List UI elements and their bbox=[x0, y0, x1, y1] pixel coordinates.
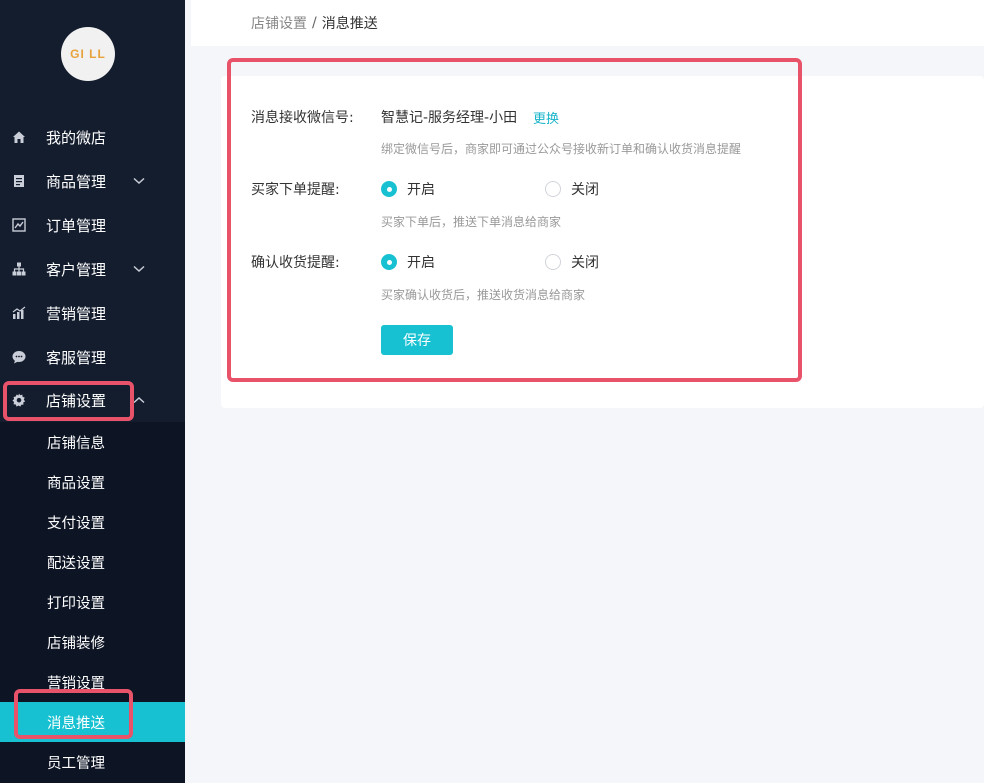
receipt-reminder-off-radio[interactable]: 关闭 bbox=[545, 252, 599, 272]
chart-icon bbox=[12, 218, 26, 232]
sidebar-item-store-settings[interactable]: 店铺设置 bbox=[0, 380, 185, 420]
store-logo: GI LL bbox=[61, 27, 115, 81]
submenu-item-label: 员工管理 bbox=[47, 755, 105, 772]
save-button[interactable]: 保存 bbox=[381, 325, 453, 355]
radio-label: 开启 bbox=[407, 182, 435, 198]
submenu-item-label: 打印设置 bbox=[47, 595, 105, 612]
breadcrumb-current: 消息推送 bbox=[321, 16, 378, 32]
order-reminder-off-radio[interactable]: 关闭 bbox=[545, 179, 599, 199]
sidebar-item-label: 营销管理 bbox=[46, 304, 107, 323]
submenu-item-payment-settings[interactable]: 支付设置 bbox=[0, 502, 185, 542]
radio-label: 关闭 bbox=[571, 255, 599, 271]
submenu-item-delivery-settings[interactable]: 配送设置 bbox=[0, 542, 185, 582]
receipt-reminder-label: 确认收货提醒: bbox=[251, 255, 340, 271]
submenu-item-store-info[interactable]: 店铺信息 bbox=[0, 422, 185, 462]
wechat-account-label: 消息接收微信号: bbox=[251, 110, 354, 126]
radio-checked-icon bbox=[381, 254, 397, 270]
gear-icon bbox=[12, 393, 26, 407]
sidebar-item-label: 客户管理 bbox=[46, 260, 107, 279]
sidebar-item-label: 客服管理 bbox=[46, 348, 107, 367]
radio-unchecked-icon bbox=[545, 181, 561, 197]
sidebar-item-marketing[interactable]: 营销管理 bbox=[0, 293, 185, 333]
radio-label: 开启 bbox=[407, 255, 435, 271]
submenu-item-label: 配送设置 bbox=[47, 555, 105, 572]
submenu-item-label: 消息推送 bbox=[47, 715, 105, 732]
radio-checked-icon bbox=[381, 181, 397, 197]
submenu-item-marketing-settings[interactable]: 营销设置 bbox=[0, 662, 185, 702]
sidebar-item-customers[interactable]: 客户管理 bbox=[0, 249, 185, 289]
home-icon bbox=[12, 130, 26, 144]
chevron-down-icon bbox=[132, 174, 146, 188]
chevron-up-icon bbox=[132, 393, 146, 407]
sidebar-item-label: 订单管理 bbox=[46, 216, 107, 235]
sidebar-item-label: 商品管理 bbox=[46, 172, 107, 191]
submenu-item-label: 营销设置 bbox=[47, 675, 105, 692]
order-reminder-label: 买家下单提醒: bbox=[251, 182, 340, 198]
receipt-reminder-hint: 买家确认收货后，推送收货消息给商家 bbox=[381, 288, 586, 302]
submenu-item-label: 店铺装修 bbox=[47, 635, 105, 652]
sidebar-item-orders[interactable]: 订单管理 bbox=[0, 205, 185, 245]
submenu-item-print-settings[interactable]: 打印设置 bbox=[0, 582, 185, 622]
wechat-account-hint: 绑定微信号后，商家即可通过公众号接收新订单和确认收货消息提醒 bbox=[381, 142, 742, 156]
submenu-item-staff-management[interactable]: 员工管理 bbox=[0, 742, 185, 782]
breadcrumb-parent[interactable]: 店铺设置 bbox=[251, 13, 307, 33]
chat-icon bbox=[12, 350, 26, 364]
radio-label: 关闭 bbox=[571, 182, 599, 198]
submenu-item-label: 支付设置 bbox=[47, 515, 105, 532]
org-icon bbox=[12, 262, 26, 276]
wechat-account-value: 智慧记-服务经理-小田 bbox=[381, 110, 518, 126]
breadcrumb: 店铺设置 / 消息推送 bbox=[191, 0, 984, 46]
store-settings-submenu: 店铺信息 商品设置 支付设置 配送设置 打印设置 店铺装修 营销设置 消息推送 … bbox=[0, 422, 185, 783]
sidebar-item-products[interactable]: 商品管理 bbox=[0, 161, 185, 201]
change-wechat-link[interactable]: 更换 bbox=[533, 108, 559, 127]
document-icon bbox=[12, 174, 26, 188]
order-reminder-hint: 买家下单后，推送下单消息给商家 bbox=[381, 215, 562, 229]
submenu-item-product-settings[interactable]: 商品设置 bbox=[0, 462, 185, 502]
radio-unchecked-icon bbox=[545, 254, 561, 270]
submenu-item-label: 商品设置 bbox=[47, 475, 105, 492]
submenu-item-message-push[interactable]: 消息推送 bbox=[0, 702, 185, 742]
sidebar-item-label: 店铺设置 bbox=[46, 391, 107, 410]
sidebar: GI LL 我的微店 商品管理 订单管理 客户管理 营销管理 客服管理 店铺设置… bbox=[0, 0, 185, 783]
sidebar-item-my-store[interactable]: 我的微店 bbox=[0, 117, 185, 157]
sidebar-item-label: 我的微店 bbox=[46, 128, 107, 147]
submenu-item-label: 店铺信息 bbox=[47, 435, 105, 452]
sidebar-item-service[interactable]: 客服管理 bbox=[0, 337, 185, 377]
logo-mark: GI LL bbox=[70, 47, 106, 61]
submenu-item-store-decoration[interactable]: 店铺装修 bbox=[0, 622, 185, 662]
receipt-reminder-on-radio[interactable]: 开启 bbox=[381, 252, 435, 272]
chevron-down-icon bbox=[132, 262, 146, 276]
order-reminder-on-radio[interactable]: 开启 bbox=[381, 179, 435, 199]
breadcrumb-separator: / bbox=[312, 15, 317, 31]
bar-chart-icon bbox=[12, 306, 26, 320]
